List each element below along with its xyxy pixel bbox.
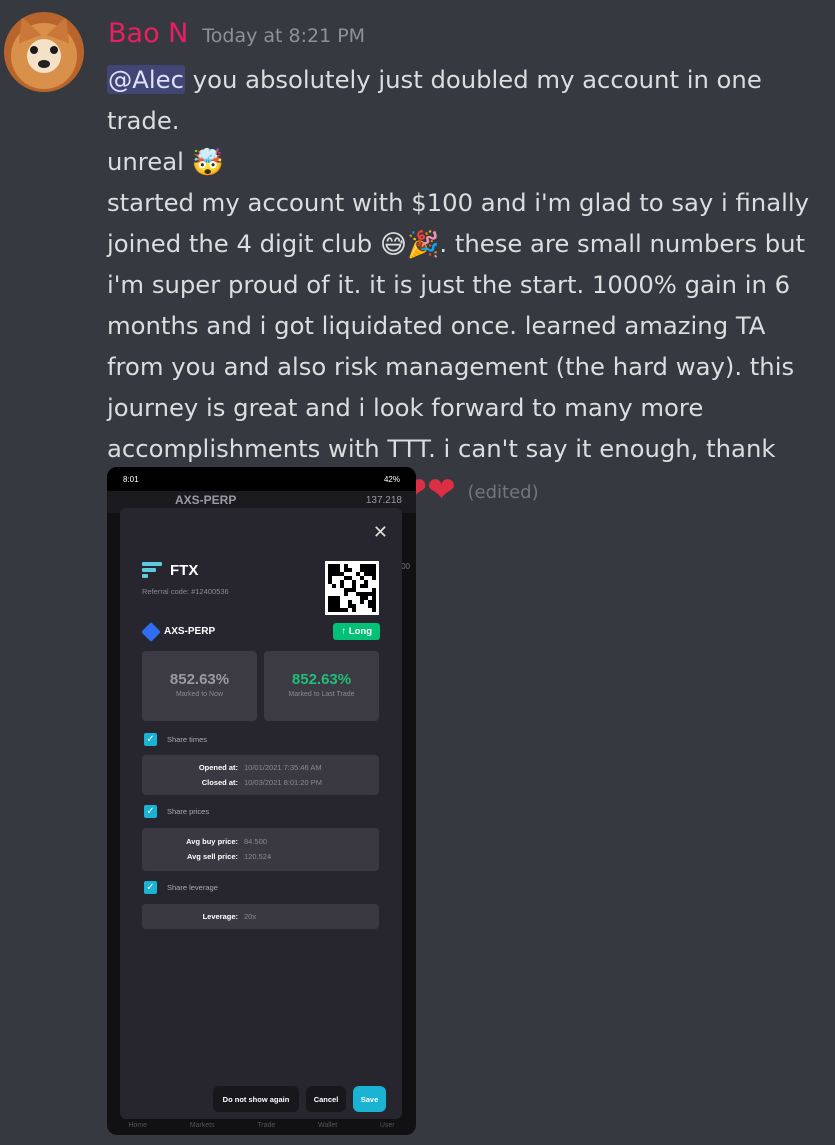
sweat-smile-party-emoji-icon: 😅🎉 <box>379 230 440 260</box>
user-avatar[interactable] <box>4 12 84 92</box>
exchange-name: FTX <box>170 562 199 579</box>
pnl-value-last-trade: 852.63% <box>291 671 352 688</box>
phone-bottom-nav: Home Markets Trade Wallet User <box>107 1115 416 1135</box>
edited-tag: (edited) <box>467 482 539 503</box>
image-attachment[interactable]: 8:01 42% AXS-PERP 137.218 00 ✕ FTX Refer… <box>107 467 416 1135</box>
share-times-row[interactable]: ✓ Share times <box>144 733 207 746</box>
avg-sell-label: Avg sell price: <box>187 852 238 861</box>
axs-coin-icon <box>141 622 161 642</box>
save-button[interactable]: Save <box>353 1086 386 1112</box>
avg-buy-value: 84.500 <box>244 837 267 846</box>
pnl-label-last-trade: Marked to Last Trade <box>288 691 355 698</box>
nav-markets[interactable]: Markets <box>190 1122 215 1129</box>
share-prices-row[interactable]: ✓ Share prices <box>144 805 209 818</box>
status-time: 8:01 <box>123 474 139 484</box>
avg-buy-label: Avg buy price: <box>186 837 238 846</box>
share-pnl-modal: ✕ FTX Referral code: #12400536 AXS-PERP … <box>120 508 402 1119</box>
message-text-line2: unreal <box>107 147 184 176</box>
closed-label: Closed at: <box>201 778 238 787</box>
background-side-value: 00 <box>401 562 410 571</box>
cancel-button[interactable]: Cancel <box>306 1086 346 1112</box>
share-leverage-row[interactable]: ✓ Share leverage <box>144 881 218 894</box>
exploding-head-emoji-icon: 🤯 <box>191 148 224 178</box>
pair-name: AXS-PERP <box>164 626 216 637</box>
close-icon[interactable]: ✕ <box>373 522 388 543</box>
status-battery: 42% <box>383 474 400 484</box>
nav-user[interactable]: User <box>380 1122 395 1129</box>
share-prices-checkbox[interactable]: ✓ <box>144 805 157 818</box>
share-leverage-label: Share leverage <box>167 883 218 892</box>
pnl-label-now: Marked to Now <box>175 691 224 698</box>
phone-status-bar: 8:01 42% <box>107 467 416 491</box>
leverage-label: Leverage: <box>202 912 238 921</box>
message-header: Bao N Today at 8:21 PM <box>108 18 365 49</box>
do-not-show-again-button[interactable]: Do not show again <box>213 1086 299 1112</box>
background-pair: AXS-PERP <box>175 493 237 507</box>
nav-wallet[interactable]: Wallet <box>318 1122 337 1129</box>
referral-code: Referral code: #12400536 <box>142 587 229 596</box>
avg-sell-value: 120.524 <box>244 852 272 861</box>
nav-trade[interactable]: Trade <box>257 1122 275 1129</box>
share-prices-label: Share prices <box>167 807 210 816</box>
times-panel: Opened at: 10/01/2021 7:35:46 AM Closed … <box>142 755 379 795</box>
message-timestamp[interactable]: Today at 8:21 PM <box>202 25 365 47</box>
message-content: @Alec you absolutely just doubled my acc… <box>107 59 827 513</box>
direction-label: Long <box>348 626 372 637</box>
pnl-marked-to-last-trade: 852.63% Marked to Last Trade <box>264 651 379 721</box>
opened-label: Opened at: <box>198 763 238 772</box>
opened-value: 10/01/2021 7:35:46 AM <box>244 763 322 772</box>
message-text-line1: you absolutely just doubled my account i… <box>107 65 762 135</box>
background-price: 137.218 <box>365 495 402 506</box>
leverage-panel: Leverage: 20x <box>142 904 379 929</box>
pnl-marked-to-now: 852.63% Marked to Now <box>142 651 257 721</box>
long-badge: ↑ Long <box>333 623 380 640</box>
leverage-value: 20x <box>244 912 257 921</box>
qr-code <box>325 561 379 615</box>
prices-panel: Avg buy price: 84.500 Avg sell price: 12… <box>142 828 379 871</box>
closed-value: 10/03/2021 8:01:20 PM <box>244 778 322 787</box>
share-times-label: Share times <box>167 735 208 744</box>
user-mention[interactable]: @Alec <box>107 65 185 94</box>
author-username[interactable]: Bao N <box>108 18 188 49</box>
nav-home[interactable]: Home <box>128 1122 147 1129</box>
message-text-body2: . these are small numbers but i'm super … <box>107 229 806 504</box>
up-arrow-icon: ↑ <box>341 626 347 637</box>
pnl-value-now: 852.63% <box>169 671 230 688</box>
share-leverage-checkbox[interactable]: ✓ <box>144 881 157 894</box>
ftx-logo-icon <box>142 562 162 580</box>
share-times-checkbox[interactable]: ✓ <box>144 733 157 746</box>
